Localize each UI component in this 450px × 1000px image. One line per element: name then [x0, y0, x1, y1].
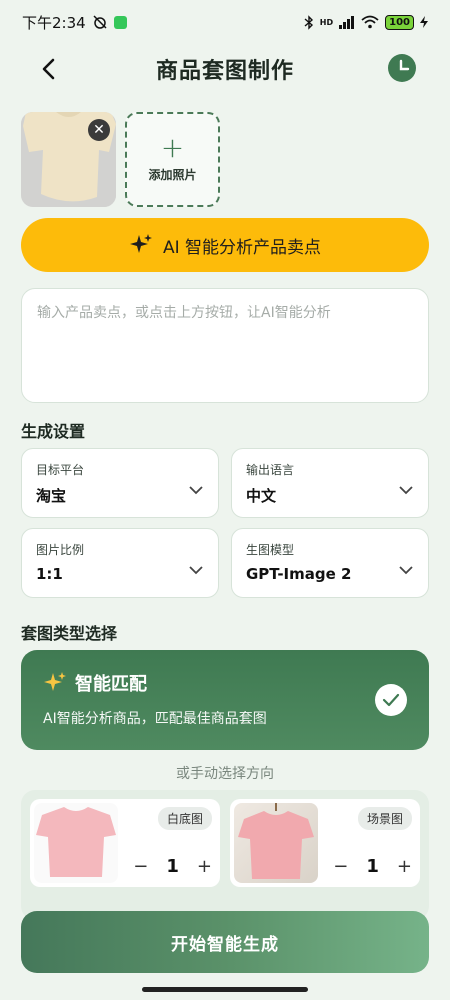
signal-icon: [339, 15, 355, 29]
type-card-scene[interactable]: 场景图 − 1 +: [230, 799, 420, 887]
chevron-down-icon: [399, 566, 413, 575]
chevron-down-icon: [399, 486, 413, 495]
smart-match-option[interactable]: 智能匹配 AI智能分析商品，匹配最佳商品套图: [21, 650, 429, 750]
uploaded-photo[interactable]: ✕: [21, 112, 116, 207]
quantity-value: 1: [366, 856, 379, 877]
back-icon[interactable]: [34, 54, 64, 84]
increment-button[interactable]: +: [197, 856, 212, 877]
status-bar: 下午2:34 HD 100: [0, 0, 450, 44]
add-photo-label: 添加照片: [148, 168, 197, 182]
wifi-icon: [361, 15, 379, 29]
aspect-ratio-select[interactable]: 图片比例 1:1: [21, 528, 219, 598]
aspect-ratio-label: 图片比例: [36, 543, 85, 557]
model-value: GPT-Image 2: [246, 565, 352, 583]
quantity-value: 1: [166, 856, 179, 877]
remove-photo-button[interactable]: ✕: [88, 119, 110, 141]
decrement-button[interactable]: −: [333, 856, 348, 877]
ai-analyze-button[interactable]: AI 智能分析产品卖点: [21, 218, 429, 272]
output-language-select[interactable]: 输出语言 中文: [231, 448, 429, 518]
scene-preview-image: [234, 803, 318, 883]
output-language-value: 中文: [246, 487, 277, 505]
sparkle-icon: [129, 234, 152, 253]
sparkle-icon: [44, 672, 66, 691]
aspect-ratio-value: 1:1: [36, 565, 63, 583]
status-time: 下午2:34: [22, 13, 86, 32]
check-icon: [382, 693, 400, 707]
set-type-section-title: 套图类型选择: [21, 624, 118, 643]
type-badge: 白底图: [157, 807, 212, 830]
model-select[interactable]: 生图模型 GPT-Image 2: [231, 528, 429, 598]
type-card-white-bg[interactable]: 白底图 − 1 +: [30, 799, 220, 887]
target-platform-value: 淘宝: [36, 487, 67, 505]
smart-match-desc: AI智能分析商品，匹配最佳商品套图: [43, 711, 267, 727]
close-icon: ✕: [93, 122, 105, 138]
plus-icon: +: [160, 131, 185, 164]
output-language-label: 输出语言: [246, 463, 295, 477]
type-badge: 场景图: [357, 807, 412, 830]
photo-upload-row: ✕ + 添加照片: [21, 112, 220, 207]
settings-section-title: 生成设置: [21, 422, 86, 441]
decrement-button[interactable]: −: [133, 856, 148, 877]
chevron-down-icon: [189, 486, 203, 495]
target-platform-label: 目标平台: [36, 463, 85, 477]
network-label: HD: [319, 17, 334, 27]
manual-select-hint: 或手动选择方向: [176, 766, 274, 782]
app-notification-icon: [113, 15, 127, 29]
charging-icon: [420, 16, 428, 28]
home-indicator[interactable]: [142, 987, 308, 992]
page-title: 商品套图制作: [155, 59, 294, 84]
selling-points-input[interactable]: [21, 288, 429, 403]
model-label: 生图模型: [246, 543, 295, 557]
white-bg-preview-image: [34, 803, 118, 883]
header: 商品套图制作: [0, 48, 450, 90]
alarm-off-icon: [93, 15, 107, 29]
history-button[interactable]: [388, 54, 416, 82]
selected-check: [375, 684, 407, 716]
smart-match-title: 智能匹配: [75, 674, 147, 695]
clock-icon: [399, 59, 410, 71]
ai-analyze-label: AI 智能分析产品卖点: [162, 237, 322, 258]
quantity-stepper: − 1 +: [133, 856, 212, 877]
start-generate-button[interactable]: 开始智能生成: [21, 911, 429, 973]
target-platform-select[interactable]: 目标平台 淘宝: [21, 448, 219, 518]
quantity-stepper: − 1 +: [333, 856, 412, 877]
start-generate-label: 开始智能生成: [171, 934, 279, 955]
add-photo-button[interactable]: + 添加照片: [125, 112, 220, 207]
bluetooth-icon: [304, 14, 313, 30]
chevron-down-icon: [189, 566, 203, 575]
set-type-grid: 白底图 − 1 + 场景图 − 1 +: [21, 790, 429, 920]
battery-indicator: 100: [385, 14, 414, 30]
increment-button[interactable]: +: [397, 856, 412, 877]
